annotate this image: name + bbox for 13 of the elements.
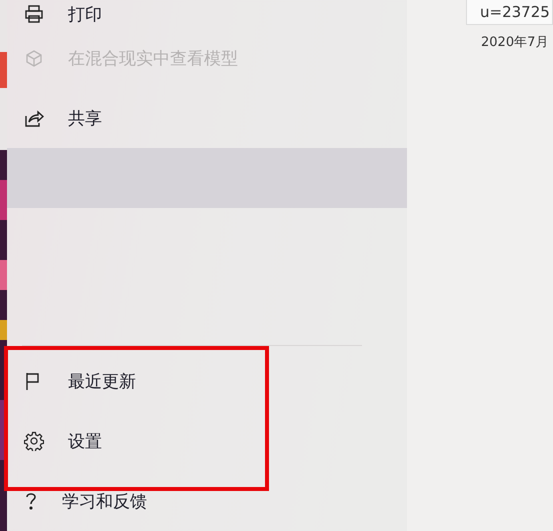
menu-item[interactable]: 最近更新 [7, 351, 407, 411]
share-icon [24, 108, 44, 128]
highlighted-menu-row[interactable] [7, 148, 407, 208]
help-icon [24, 491, 38, 511]
settings-icon [24, 431, 44, 451]
menu-item[interactable]: 学习和反馈 [7, 471, 407, 531]
printer-icon [24, 4, 44, 24]
menu-item[interactable]: 打印 [7, 0, 407, 28]
name-field[interactable]: u=23725 [466, 0, 553, 25]
date-text: 2020年7月 [480, 34, 550, 51]
cube-icon [24, 48, 44, 68]
menu-item[interactable]: 共享 [7, 88, 407, 148]
menu-item[interactable]: 设置 [7, 411, 407, 471]
